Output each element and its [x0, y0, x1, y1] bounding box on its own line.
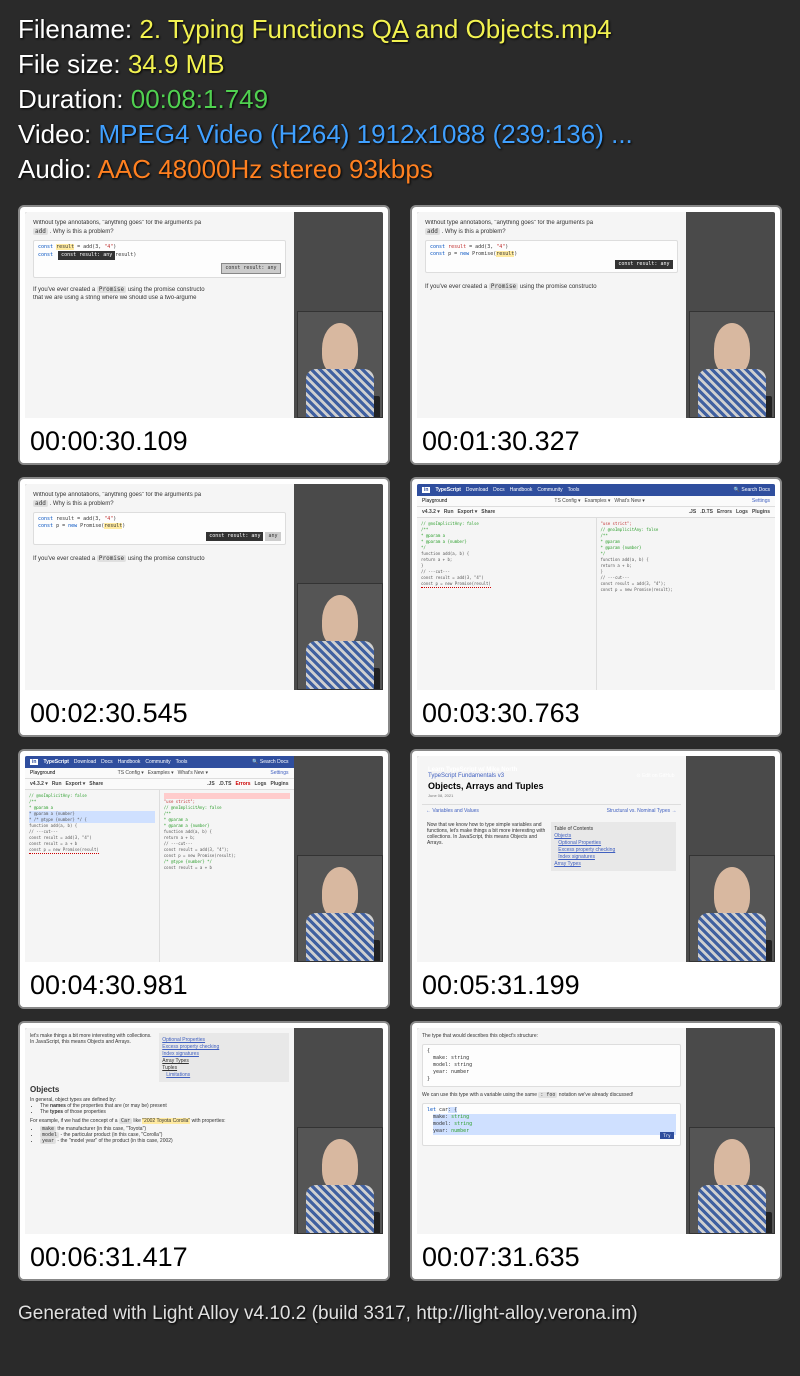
filename-row: Filename: 2. Typing Functions QA and Obj… — [18, 12, 782, 47]
footer-text: Generated with Light Alloy v4.10.2 (buil… — [0, 1295, 800, 1339]
thumbnail-8[interactable]: The type that would describes this objec… — [410, 1021, 782, 1281]
thumbnails-grid: Without type annotations, "anything goes… — [0, 205, 800, 1295]
audio-row: Audio: AAC 48000Hz stereo 93kbps — [18, 152, 782, 187]
thumb-image-5: in TypeScript Download Docs Handbook Com… — [23, 754, 385, 964]
thumb-image-6: Learn TypeScript w/ Mike North TypeScrip… — [415, 754, 777, 964]
thumbnail-2[interactable]: Without type annotations, "anything goes… — [410, 205, 782, 465]
thumbnail-3[interactable]: Without type annotations, "anything goes… — [18, 477, 390, 737]
thumbnail-7[interactable]: let's make things a bit more interesting… — [18, 1021, 390, 1281]
timestamp-8: 00:07:31.635 — [412, 1236, 780, 1279]
filename-underline-a: A — [392, 14, 408, 44]
filesize-label: File size: — [18, 49, 128, 79]
filename-label: Filename: — [18, 14, 139, 44]
filesize-row: File size: 34.9 MB — [18, 47, 782, 82]
timestamp-2: 00:01:30.327 — [412, 420, 780, 463]
thumb-image-8: The type that would describes this objec… — [415, 1026, 777, 1236]
timestamp-5: 00:04:30.981 — [20, 964, 388, 1007]
video-label: Video: — [18, 119, 98, 149]
audio-label: Audio: — [18, 154, 98, 184]
thumb-image-3: Without type annotations, "anything goes… — [23, 482, 385, 692]
thumb-image-7: let's make things a bit more interesting… — [23, 1026, 385, 1236]
duration-row: Duration: 00:08:1.749 — [18, 82, 782, 117]
filename-part1: 2. Typing Functions Q — [139, 14, 391, 44]
thumb-image-2: Without type annotations, "anything goes… — [415, 210, 777, 420]
thumbnail-1[interactable]: Without type annotations, "anything goes… — [18, 205, 390, 465]
timestamp-6: 00:05:31.199 — [412, 964, 780, 1007]
thumbnail-5[interactable]: in TypeScript Download Docs Handbook Com… — [18, 749, 390, 1009]
video-value: MPEG4 Video (H264) 1912x1088 (239:136) .… — [98, 119, 632, 149]
filesize-value: 34.9 MB — [128, 49, 225, 79]
video-row: Video: MPEG4 Video (H264) 1912x1088 (239… — [18, 117, 782, 152]
timestamp-4: 00:03:30.763 — [412, 692, 780, 735]
timestamp-1: 00:00:30.109 — [20, 420, 388, 463]
ts-header: in TypeScript Download Docs Handbook Com… — [417, 484, 775, 496]
thumbnail-4[interactable]: in TypeScript Download Docs Handbook Com… — [410, 477, 782, 737]
thumb-image-1: Without type annotations, "anything goes… — [23, 210, 385, 420]
timestamp-7: 00:06:31.417 — [20, 1236, 388, 1279]
thumb-image-4: in TypeScript Download Docs Handbook Com… — [415, 482, 777, 692]
duration-value: 00:08:1.749 — [131, 84, 268, 114]
thumbnail-6[interactable]: Learn TypeScript w/ Mike North TypeScrip… — [410, 749, 782, 1009]
timestamp-3: 00:02:30.545 — [20, 692, 388, 735]
ts-header-2: in TypeScript Download Docs Handbook Com… — [25, 756, 294, 768]
filename-part2: and Objects.mp4 — [408, 14, 612, 44]
duration-label: Duration: — [18, 84, 131, 114]
file-info-panel: Filename: 2. Typing Functions QA and Obj… — [0, 0, 800, 205]
audio-value: AAC 48000Hz stereo 93kbps — [98, 154, 433, 184]
